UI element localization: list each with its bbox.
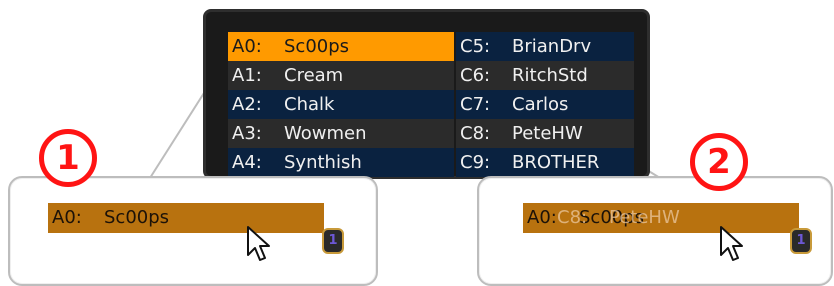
badge-icon: 1: [790, 228, 812, 254]
kit-list-panel: A0: Sc00ps A1: Cream A2: Chalk A3: Wowmen A4…: [203, 9, 650, 179]
list-item-c6[interactable]: C6: RitchStd: [456, 61, 634, 90]
list-item-a4[interactable]: A4: Synthish: [228, 148, 454, 177]
list-item-a1[interactable]: A1: Cream: [228, 61, 454, 90]
callout-step-1: A0: Sc00ps 1: [8, 176, 378, 286]
list-item-c8[interactable]: C8: PeteHW: [456, 119, 634, 148]
list-item-c7[interactable]: C7: Carlos: [456, 90, 634, 119]
list-item-c5[interactable]: C5: BrianDrv: [456, 32, 634, 61]
dragged-item[interactable]: A0: Sc00ps C8: PeteHW: [523, 203, 799, 233]
mouse-pointer-icon: [247, 226, 270, 261]
list-item-a3[interactable]: A3: Wowmen: [228, 119, 454, 148]
drop-target-ghost-label: C8: PeteHW: [557, 207, 680, 228]
callout-step-2: A0: Sc00ps C8: PeteHW 1: [477, 176, 833, 286]
mouse-pointer-icon: [720, 226, 743, 261]
badge-icon: 1: [322, 228, 344, 254]
kit-list-column-c: C5: BrianDrv C6: RitchStd C7: Carlos C8: Pet…: [456, 32, 634, 177]
list-item-c9[interactable]: C9: BROTHER: [456, 148, 634, 177]
list-item-a0[interactable]: A0: Sc00ps: [228, 32, 454, 61]
kit-list-column-a: A0: Sc00ps A1: Cream A2: Chalk A3: Wowmen A4…: [228, 32, 454, 177]
dragged-item[interactable]: A0: Sc00ps: [48, 203, 324, 233]
step-marker-1: 1: [39, 129, 97, 187]
list-item-a2[interactable]: A2: Chalk: [228, 90, 454, 119]
step-marker-2: 2: [690, 133, 748, 191]
